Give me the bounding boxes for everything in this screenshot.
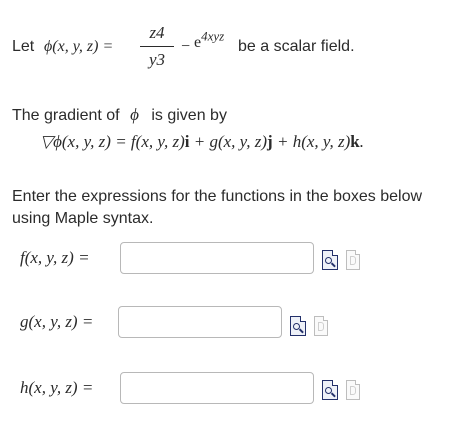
equation-period: . — [359, 132, 364, 151]
g-input[interactable] — [118, 306, 282, 338]
preview-icon[interactable] — [322, 380, 338, 400]
preview-icon[interactable] — [290, 316, 306, 336]
preview-icon[interactable] — [322, 250, 338, 270]
help-icon[interactable] — [346, 250, 360, 270]
g-field-row: g(x, y, z) = — [20, 306, 460, 340]
g-label: g(x, y, z) = — [20, 312, 94, 331]
fraction-numerator: z4 — [149, 23, 165, 42]
instructions-line-2: using Maple syntax. — [12, 210, 154, 227]
gradient-f-part: ▽ϕ(x, y, z) = f(x, y, z) — [40, 132, 185, 151]
help-icon[interactable] — [346, 380, 360, 400]
f-field-row: f(x, y, z) = — [20, 242, 460, 276]
gradient-h-part: + h(x, y, z) — [272, 132, 351, 151]
f-label: f(x, y, z) = — [20, 248, 90, 267]
minus-sign: − — [180, 38, 191, 55]
gradient-g-part: + g(x, y, z) — [189, 132, 268, 151]
instructions-line-1: Enter the expressions for the functions … — [12, 188, 423, 205]
h-input[interactable] — [120, 372, 314, 404]
gradient-text: The gradient of — [12, 107, 120, 124]
gradient-sentence: The gradient of ϕ is given by — [12, 104, 227, 127]
given-by-text: is given by — [151, 107, 227, 124]
exponential-term: e4xyz — [194, 28, 225, 51]
h-field-row: h(x, y, z) = — [20, 372, 460, 406]
f-input[interactable] — [120, 242, 314, 274]
phi-symbol: ϕ — [130, 105, 139, 124]
unit-vector-k: k — [350, 132, 360, 151]
help-icon[interactable] — [314, 316, 328, 336]
fraction: z4 y3 — [140, 22, 174, 71]
fraction-bar — [140, 46, 174, 47]
scalar-field-text: be a scalar field. — [238, 38, 355, 55]
gradient-equation: ▽ϕ(x, y, z) = f(x, y, z)i + g(x, y, z)j … — [40, 132, 364, 152]
instructions: Enter the expressions for the functions … — [12, 186, 422, 230]
fraction-denominator: y3 — [148, 50, 166, 69]
phi-lhs: ϕ(x, y, z) = — [44, 38, 114, 55]
scalar-field-definition: Let ϕ(x, y, z) = z4 y3 − e4xyz be a scal… — [12, 22, 467, 82]
h-label: h(x, y, z) = — [20, 378, 94, 397]
let-text: Let — [12, 38, 35, 55]
